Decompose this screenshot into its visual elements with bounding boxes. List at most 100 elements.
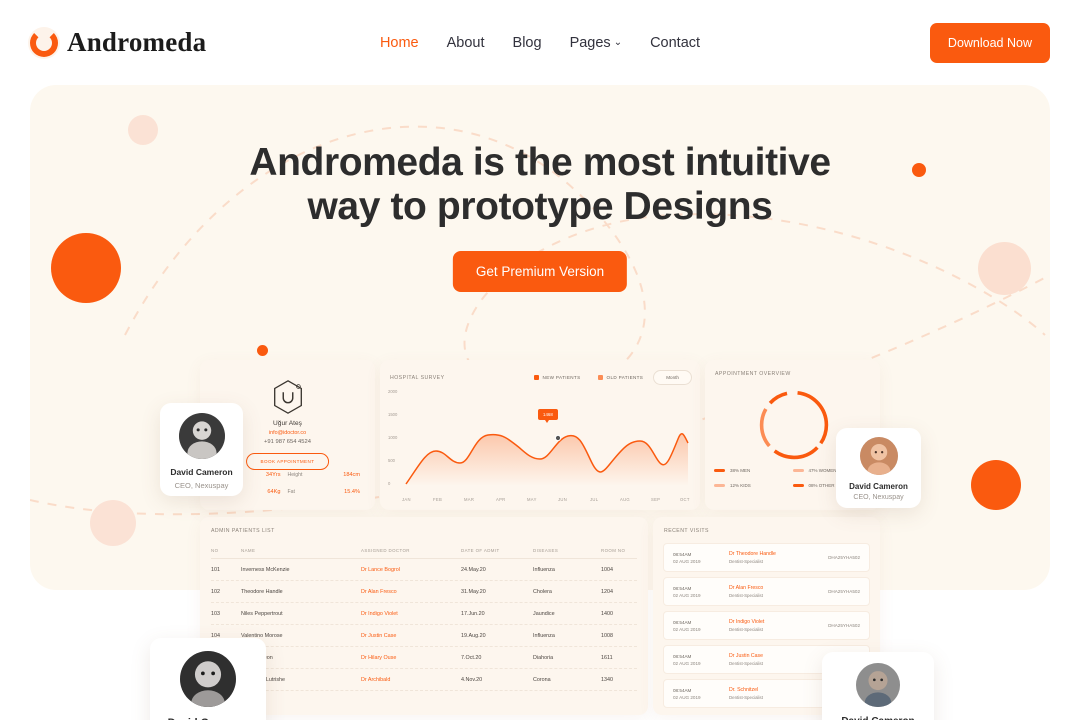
avatar (859, 437, 898, 475)
book-appointment-button[interactable]: BOOK APPOINTMENT (245, 453, 330, 470)
nav-item-about[interactable]: About (447, 35, 485, 51)
visit-time: 08:54AM (673, 585, 692, 591)
cell-doctor[interactable]: Dr Justin Case (361, 633, 461, 639)
table-row[interactable]: 103 Niles Peppertrout Dr Indigo Violet 1… (211, 603, 637, 625)
stat-fat: Fat 15.4% (288, 489, 368, 495)
visit-date: 02 AUG 2019 (673, 592, 701, 598)
visit-doctor[interactable]: Dr. Schnitzel (729, 687, 828, 693)
chevron-down-icon: ⌄ (613, 36, 623, 48)
testimonial-card[interactable]: David Cameron CEO, Nexuspay (822, 652, 934, 720)
testimonial-card[interactable]: David Cameron CEO, Nexuspay (160, 403, 243, 496)
visit-row[interactable]: 08:54AM 02 AUG 2019 Dr Indigo Violet Den… (663, 611, 870, 640)
period-select[interactable]: Month (653, 370, 692, 385)
cell-name: Inverness McKenzie (241, 566, 290, 573)
x-tick-oct: OCT (680, 497, 690, 502)
nav-item-contact[interactable]: Contact (650, 35, 700, 51)
visit-doctor-block: Dr Indigo Violet Dentist-Specialist (729, 619, 828, 632)
col-doctor: ASSIGNED DOCTOR (361, 548, 410, 553)
visit-code: DHA25YHA502 (828, 555, 860, 560)
cell-date: 19.Aug.20 (461, 632, 486, 639)
visit-specialty: Dentist-Specialist (729, 661, 763, 666)
stat-value-age: 34Yrs (265, 472, 281, 478)
x-tick-jun: JUN (558, 497, 568, 502)
brand-name: Andromeda (67, 27, 207, 57)
admin-patients-list-panel: ADMIN PATIENTS LIST NO NAME ASSIGNED DOC… (200, 517, 648, 715)
download-now-button[interactable]: Download Now (929, 22, 1050, 63)
visit-date: 02 AUG 2019 (673, 660, 701, 666)
visit-doctor[interactable]: Dr Justin Case (729, 653, 828, 659)
x-tick-jan: JAN (402, 497, 411, 502)
visit-specialty: Dentist-Specialist (729, 559, 763, 564)
cell-doctor[interactable]: Dr Lance Bogrol (361, 567, 461, 573)
visit-row[interactable]: 08:54AM 02 AUG 2019 Dr Alan Fresco Denti… (663, 577, 870, 606)
stat-label-height: Height (287, 472, 303, 478)
visit-specialty: Dentist-Specialist (729, 593, 763, 598)
chart-header: HOSPITAL SURVEY NEW PATIENTS OLD PATIENT… (390, 370, 692, 385)
chart-tooltip: 1468 (538, 409, 558, 423)
visit-date: 02 AUG 2019 (673, 558, 701, 564)
visit-time: 08:54AM (673, 687, 692, 693)
table-row[interactable]: 106 Gallagher Lutrishe Dr Archibald 4.No… (211, 669, 637, 691)
cell-doctor[interactable]: Dr Indigo Violet (361, 611, 461, 617)
visit-time-block: 08:54AM 02 AUG 2019 (673, 688, 729, 700)
testimonial-name: David Cameron (849, 482, 908, 491)
cell-no: 103 (211, 610, 220, 617)
decorative-circle-orange-large-2 (971, 460, 1021, 510)
cell-name: Theodore Handle (241, 588, 283, 595)
visit-doctor-block: Dr Justin Case Dentist-Specialist (729, 653, 828, 666)
testimonial-card[interactable]: David Cameron CEO, Nexuspay (836, 428, 921, 508)
avatar (180, 651, 236, 707)
cell-room: 1611 (601, 654, 613, 661)
visit-doctor[interactable]: Dr Indigo Violet (729, 619, 828, 625)
x-tick-aug: AUG (620, 497, 630, 502)
stat-value-fat: 15.4% (344, 489, 360, 495)
visit-doctor-block: Dr. Schnitzel Dentist-Specialist (729, 687, 828, 700)
col-no: NO (211, 548, 219, 553)
appointment-legend-men: 38% MEN (714, 468, 793, 473)
nav-item-home[interactable]: Home (380, 35, 419, 51)
table-row[interactable]: 104 Valentino Morose Dr Justin Case 19.A… (211, 625, 637, 647)
appointment-legend-label-other: 08% OTHER (808, 483, 835, 488)
dashboard-mockup: Uğur Ateş info@idoctor.co +91 987 654 45… (195, 355, 885, 720)
stat-height: Height 184cm (288, 472, 368, 478)
cell-disease: Influenza (533, 566, 555, 573)
brand-logo[interactable]: Andromeda (28, 26, 207, 59)
x-tick-feb: FEB (433, 497, 443, 502)
testimonial-name: David Cameron (841, 716, 914, 720)
visit-doctor[interactable]: Dr Alan Fresco (729, 585, 828, 591)
chart-plot-area: 2000 1500 1000 500 0 1468 JAN FEB MAR AP… (388, 387, 692, 502)
table-row[interactable]: 102 Theodore Handle Dr Alan Fresco 31.Ma… (211, 581, 637, 603)
nav-item-pages[interactable]: Pages ⌄ (570, 35, 623, 51)
cell-doctor[interactable]: Dr Archibald (361, 677, 461, 683)
cell-doctor[interactable]: Dr Alan Fresco (361, 589, 461, 595)
nav-item-blog[interactable]: Blog (513, 35, 542, 51)
appointment-legend-label-kids: 12% KIDS (730, 483, 751, 488)
testimonial-card[interactable]: David Cameron CEO, Nexuspay (150, 638, 266, 720)
cell-doctor[interactable]: Dr Hilary Ouse (361, 655, 461, 661)
hospital-survey-panel: HOSPITAL SURVEY NEW PATIENTS OLD PATIENT… (380, 360, 700, 510)
visit-row[interactable]: 08:54AM 02 AUG 2019 Dr Theodore Handle D… (663, 543, 870, 572)
cell-no: 102 (211, 588, 220, 595)
x-tick-jul: JUL (590, 497, 599, 502)
cell-date: 4.Nov.20 (461, 676, 483, 683)
appointment-title: APPOINTMENT OVERVIEW (715, 371, 791, 377)
cell-disease: Diahoria (533, 654, 554, 661)
visit-doctor[interactable]: Dr Theodore Handle (729, 551, 828, 557)
legend-new-patients: NEW PATIENTS (533, 375, 581, 380)
landing-page: Andromeda Home About Blog Pages ⌄ Contac… (0, 0, 1080, 720)
legend-bar-men-icon (714, 469, 725, 472)
visit-doctor-block: Dr Alan Fresco Dentist-Specialist (729, 585, 828, 598)
cell-no: 101 (211, 566, 220, 573)
legend-swatch-old-icon (597, 375, 603, 380)
x-tick-sep: SEP (651, 497, 661, 502)
get-premium-version-button[interactable]: Get Premium Version (452, 251, 628, 292)
table-row[interactable]: 105 Mario Pigeon Dr Hilary Ouse 7.Oct.20… (211, 647, 637, 669)
appointment-legend-kids: 12% KIDS (714, 483, 793, 488)
table-row[interactable]: 101 Inverness McKenzie Dr Lance Bogrol 2… (211, 559, 637, 581)
visit-time-block: 08:54AM 02 AUG 2019 (673, 620, 729, 632)
legend-bar-other-icon (792, 484, 804, 487)
cell-date: 31.May.20 (461, 588, 486, 595)
nav-label-contact: Contact (650, 34, 701, 51)
cell-disease: Influenza (533, 632, 555, 639)
appointment-donut-chart (759, 390, 829, 460)
